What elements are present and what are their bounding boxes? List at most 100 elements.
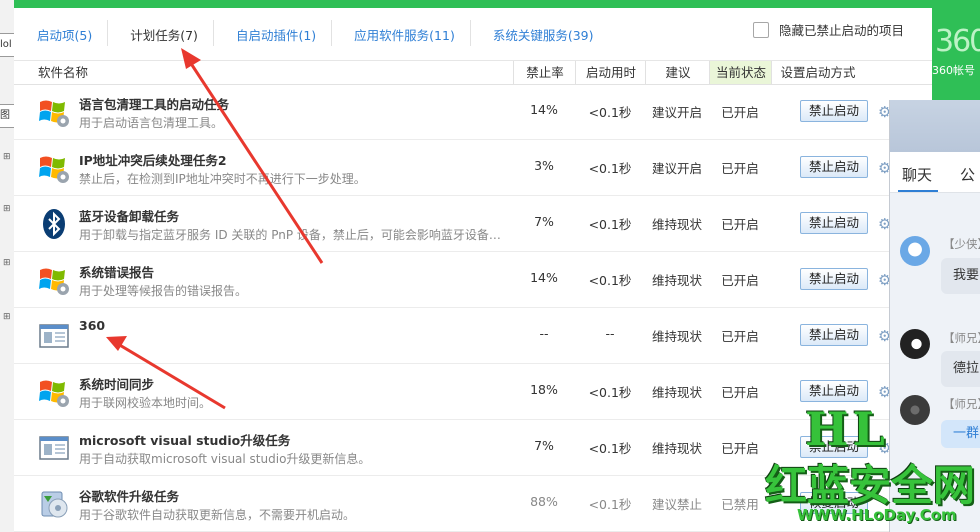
disable-rate: -- xyxy=(539,326,549,341)
col-status[interactable]: 当前状态 xyxy=(709,61,772,84)
installer-icon xyxy=(41,491,68,518)
table-row[interactable]: IP地址冲突后续处理任务2 禁止后，在检测到IP地址冲突时不再进行下一步处理。 … xyxy=(14,140,932,196)
advice: 建议开启 xyxy=(651,105,702,120)
status: 已开启 xyxy=(721,161,759,176)
status: 已开启 xyxy=(721,385,759,400)
boot-time: <0.1秒 xyxy=(588,217,632,232)
table-row[interactable]: 系统错误报告 用于处理等候报告的错误报告。 14% <0.1秒 维持现状 已开启… xyxy=(14,252,932,308)
task-desc: 用于卸载与指定蓝牙服务 ID 关联的 PnP 设备，禁止后，可能会影响蓝牙设备的… xyxy=(79,228,511,242)
bluetooth-icon xyxy=(43,209,65,239)
task-desc: 用于联网校验本地时间。 xyxy=(79,396,212,410)
disable-startup-button[interactable]: 禁止启动 xyxy=(800,436,868,458)
table-row[interactable]: 谷歌软件升级任务 用于谷歌软件自动获取更新信息，不需要开机启动。 88% <0.… xyxy=(14,476,932,532)
col-name: 软件名称 xyxy=(38,65,89,80)
avatar[interactable] xyxy=(900,236,930,266)
tab-system-services[interactable]: 系统关键服务(39) xyxy=(469,19,609,46)
disable-startup-button[interactable]: 禁止启动 xyxy=(800,156,868,178)
task-desc: 用于处理等候报告的错误报告。 xyxy=(79,284,248,298)
col-advice[interactable]: 建议 xyxy=(645,61,710,84)
col-setting: 设置启动方式 xyxy=(771,61,864,84)
disable-startup-button[interactable]: 禁止启动 xyxy=(800,380,868,402)
tab-announcement[interactable]: 公 xyxy=(960,164,975,185)
app-window-icon xyxy=(39,324,69,348)
task-name: 系统时间同步 xyxy=(79,377,155,392)
disable-rate: 7% xyxy=(534,438,554,453)
windows-flag-icon xyxy=(39,100,69,127)
task-name: IP地址冲突后续处理任务2 xyxy=(79,153,227,168)
table-row[interactable]: 语言包清理工具的启动任务 用于启动语言包清理工具。 14% <0.1秒 建议开启… xyxy=(14,84,932,140)
disable-rate: 88% xyxy=(530,494,558,509)
security-app-sidebar: 360 360帐号 xyxy=(932,0,980,100)
background-tab-1[interactable]: lol xyxy=(0,33,15,57)
avatar[interactable] xyxy=(900,395,930,425)
chat-title-bar[interactable] xyxy=(890,100,980,152)
chat-tabs: 聊天 公 xyxy=(890,152,980,193)
boot-time: <0.1秒 xyxy=(588,161,632,176)
active-tab-indicator xyxy=(898,190,938,192)
boot-time: <0.1秒 xyxy=(588,497,632,512)
advice: 维持现状 xyxy=(651,273,702,288)
sender-name: 【师兄】 xyxy=(943,331,980,345)
tab-startup-plugins[interactable]: 自启动插件(1) xyxy=(212,19,331,46)
startup-manager-panel: 启动项(5) 计划任务(7) 自启动插件(1) 应用软件服务(11) 系统关键服… xyxy=(14,0,932,532)
hide-disabled-checkbox[interactable] xyxy=(752,21,769,38)
windows-flag-icon xyxy=(39,380,69,407)
disable-startup-button[interactable]: 禁止启动 xyxy=(800,268,868,290)
hide-disabled-option[interactable]: 隐藏已禁止启动的项目 xyxy=(752,20,904,39)
disable-startup-button[interactable]: 禁止启动 xyxy=(800,212,868,234)
disable-rate: 3% xyxy=(534,158,554,173)
table-header: 软件名称 禁止率 启动用时 建议 当前状态 设置启动方式 xyxy=(14,60,932,85)
status: 已开启 xyxy=(721,105,759,120)
title-bar-strip xyxy=(14,0,932,8)
message-bubble: 一群 xyxy=(941,420,980,448)
task-name: microsoft visual studio升级任务 xyxy=(79,433,291,448)
restore-startup-button[interactable]: 恢复启动 xyxy=(800,492,868,514)
sender-name: 【师兄】 xyxy=(943,397,980,411)
status: 已禁用 xyxy=(721,497,759,512)
sender-name: 【少侠】 xyxy=(943,237,980,251)
app-window-icon xyxy=(39,436,69,460)
col-disable-rate[interactable]: 禁止率 xyxy=(513,61,576,84)
boot-time: -- xyxy=(605,326,615,341)
tree-expander[interactable]: ⊞ xyxy=(3,258,11,268)
background-tab-2[interactable]: 图 xyxy=(0,104,15,128)
background-window-edge: lol 图 ⊞ ⊞ ⊞ ⊞ xyxy=(0,0,15,532)
tree-expander[interactable]: ⊞ xyxy=(3,312,11,322)
advice: 建议开启 xyxy=(651,161,702,176)
disable-rate: 14% xyxy=(530,270,558,285)
security-app-logo: 360 xyxy=(935,24,980,59)
table-row[interactable]: 蓝牙设备卸载任务 用于卸载与指定蓝牙服务 ID 关联的 PnP 设备，禁止后，可… xyxy=(14,196,932,252)
message-bubble: 我要 xyxy=(941,258,980,294)
tab-scheduled-tasks[interactable]: 计划任务(7) xyxy=(107,19,213,46)
tree-expander[interactable]: ⊞ xyxy=(3,204,11,214)
boot-time: <0.1秒 xyxy=(588,385,632,400)
col-boot-time[interactable]: 启动用时 xyxy=(575,61,646,84)
task-name: 语言包清理工具的启动任务 xyxy=(79,97,230,112)
boot-time: <0.1秒 xyxy=(588,273,632,288)
table-row[interactable]: microsoft visual studio升级任务 用于自动获取micros… xyxy=(14,420,932,476)
disable-startup-button[interactable]: 禁止启动 xyxy=(800,100,868,122)
table-row[interactable]: 系统时间同步 用于联网校验本地时间。 18% <0.1秒 维持现状 已开启 禁止… xyxy=(14,364,932,420)
chat-window: 聊天 公 【少侠】 我要 【师兄】 德拉 【师兄】 一群 xyxy=(889,100,980,532)
tab-startup-items[interactable]: 启动项(5) xyxy=(14,25,107,44)
disable-rate: 7% xyxy=(534,214,554,229)
tab-app-services[interactable]: 应用软件服务(11) xyxy=(331,19,470,46)
message-bubble: 德拉 xyxy=(941,351,980,387)
task-name: 系统错误报告 xyxy=(79,265,155,280)
advice: 建议禁止 xyxy=(651,497,702,512)
disable-rate: 14% xyxy=(530,102,558,117)
task-desc: 用于自动获取microsoft visual studio升级更新信息。 xyxy=(79,452,371,466)
task-name: 360 xyxy=(79,318,106,333)
task-desc: 用于谷歌软件自动获取更新信息，不需要开机启动。 xyxy=(79,508,356,522)
task-name: 蓝牙设备卸载任务 xyxy=(79,209,180,224)
status: 已开启 xyxy=(721,329,759,344)
tree-expander[interactable]: ⊞ xyxy=(3,152,11,162)
windows-flag-icon xyxy=(39,156,69,183)
disable-startup-button[interactable]: 禁止启动 xyxy=(800,324,868,346)
account-link[interactable]: 360帐号 xyxy=(932,62,975,78)
advice: 维持现状 xyxy=(651,385,702,400)
avatar[interactable] xyxy=(900,329,930,359)
table-row[interactable]: 360 -- -- 维持现状 已开启 禁止启动 ⚙ xyxy=(14,308,932,364)
tab-chat[interactable]: 聊天 xyxy=(902,164,932,185)
task-desc: 禁止后，在检测到IP地址冲突时不再进行下一步处理。 xyxy=(79,172,366,186)
